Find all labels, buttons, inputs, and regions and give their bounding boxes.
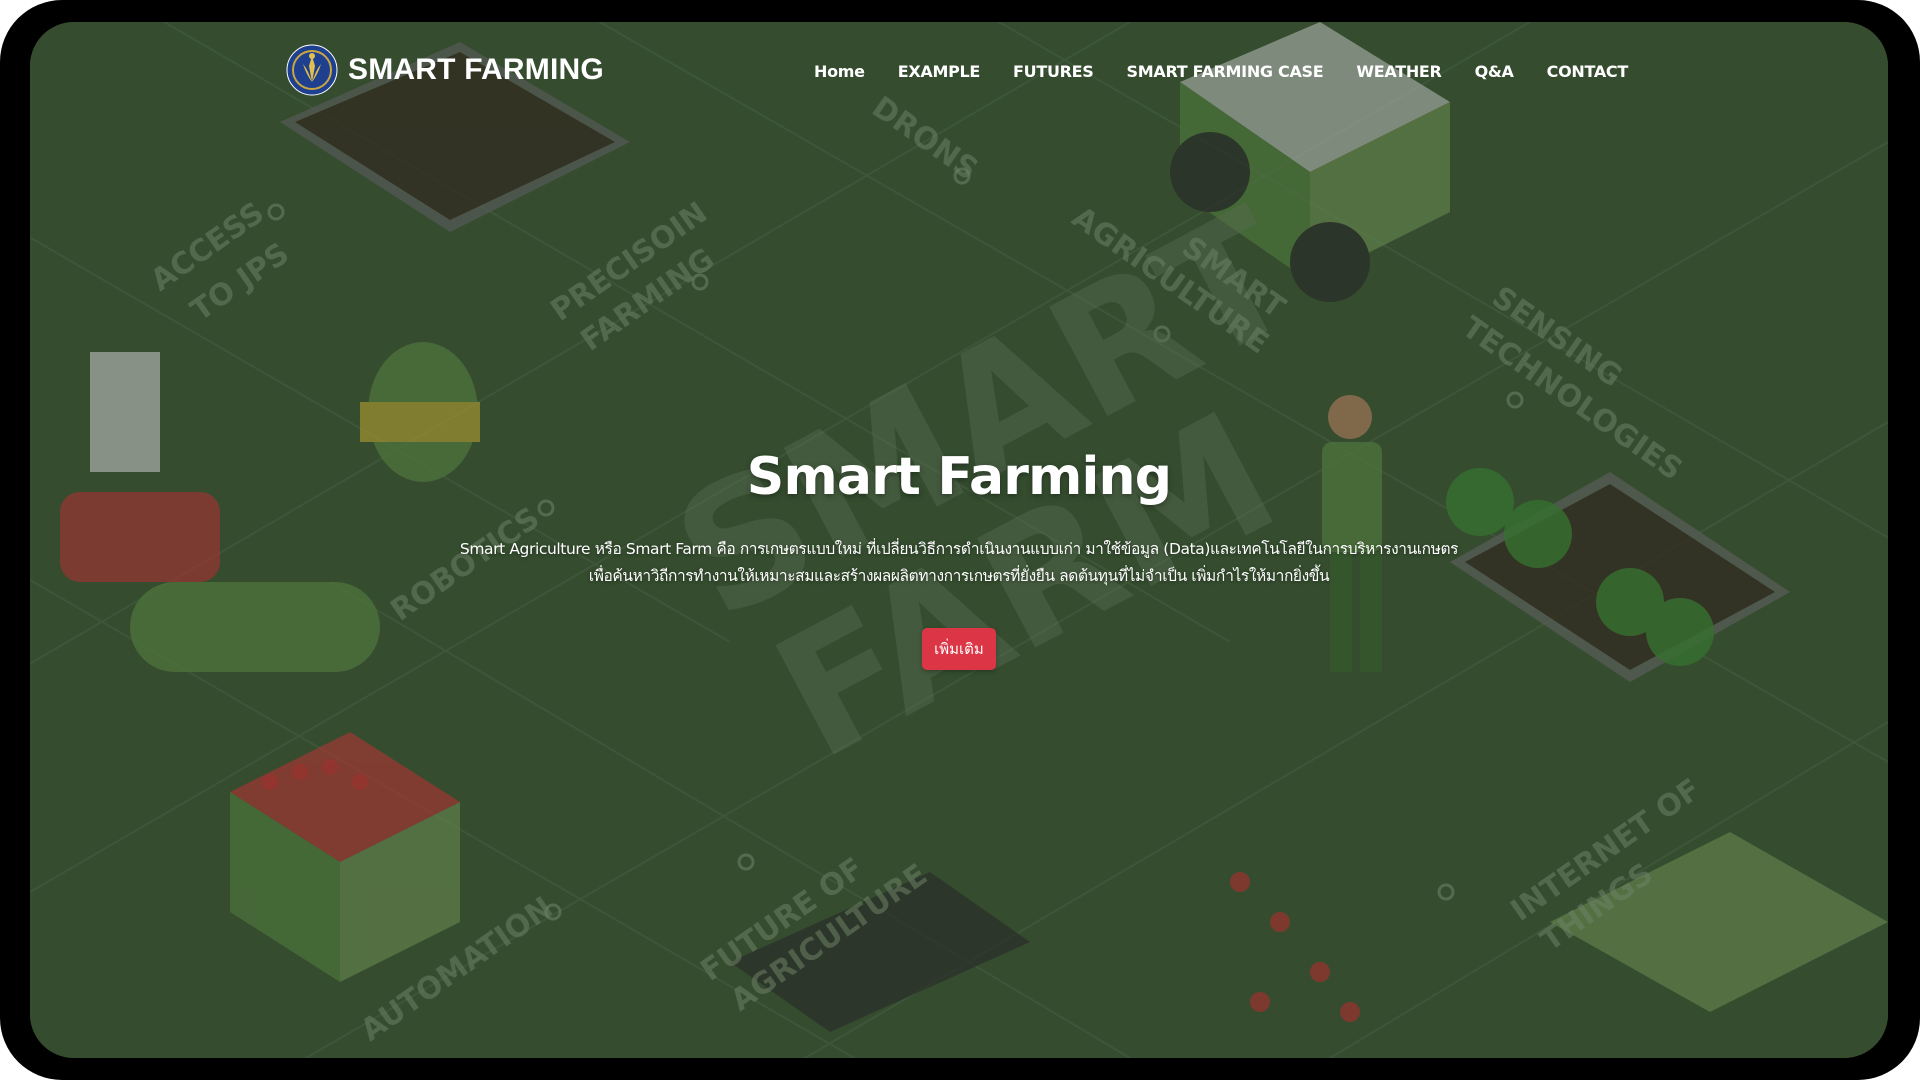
hero-description-line-2: เพื่อค้นหาวิถีการทำงานให้เหมาะสมและสร้าง…	[588, 567, 1330, 585]
device-frame: SMART FARM ACCESS TO JPS PRECISOIN FARMI…	[0, 0, 1920, 1080]
hero-section: Smart Farming Smart Agriculture หรือ Sma…	[30, 440, 1888, 670]
main-nav: Home EXAMPLE FUTURES SMART FARMING CASE …	[814, 62, 1628, 81]
nav-link-weather[interactable]: WEATHER	[1356, 62, 1441, 81]
hero-description: Smart Agriculture หรือ Smart Farm คือ กา…	[399, 536, 1519, 590]
hero-title: Smart Farming	[746, 447, 1172, 507]
brand-name: SMART FARMING	[348, 53, 604, 86]
brand-link[interactable]: SMART FARMING	[286, 42, 604, 98]
browser-viewport: SMART FARM ACCESS TO JPS PRECISOIN FARMI…	[30, 22, 1888, 1058]
nav-link-example[interactable]: EXAMPLE	[898, 62, 981, 81]
nav-link-qa[interactable]: Q&A	[1475, 62, 1514, 81]
nav-link-home[interactable]: Home	[814, 62, 865, 81]
hero-description-line-1: Smart Agriculture หรือ Smart Farm คือ กา…	[459, 540, 1459, 558]
nav-link-futures[interactable]: FUTURES	[1013, 62, 1094, 81]
nav-link-smart-farming-case[interactable]: SMART FARMING CASE	[1127, 62, 1324, 81]
nav-link-contact[interactable]: CONTACT	[1547, 62, 1629, 81]
read-more-button[interactable]: เพิ่มเติม	[922, 628, 996, 670]
navbar: SMART FARMING Home EXAMPLE FUTURES SMART…	[30, 22, 1888, 132]
institution-seal-icon	[286, 44, 338, 96]
